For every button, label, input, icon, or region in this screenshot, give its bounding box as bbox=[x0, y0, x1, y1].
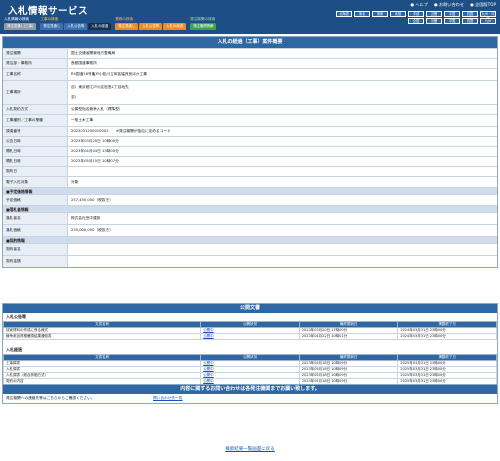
menu-group-construction: 工事の検索 発注見通し 入札公告等 入札の経過 bbox=[40, 17, 112, 30]
tab-services-results[interactable]: 入札の経過 bbox=[163, 23, 187, 30]
field-label: 工事種別／工事の業種 bbox=[3, 115, 67, 126]
field-label: 発注部・事務所 bbox=[3, 59, 67, 68]
field-value: 2023年05月15日 10時07分 bbox=[67, 157, 497, 166]
region-button[interactable]: 北陸 bbox=[390, 11, 406, 17]
region-selector: 北海道 東北 関東 北陸 中部 近畿 中国 四国 九州・沖縄 bbox=[336, 11, 496, 21]
field-value: 255,000,000（税抜き） bbox=[67, 225, 497, 236]
region-button[interactable]: 近畿 bbox=[426, 11, 442, 17]
field-value: 株式会社田中建設 bbox=[67, 213, 497, 224]
field-value: 257,450,000（税抜き） bbox=[67, 195, 497, 205]
doc-name: 競争参加資格確認結果通知書 bbox=[2, 333, 202, 340]
field-value bbox=[67, 256, 497, 267]
region-button[interactable]: 九州・沖縄 bbox=[480, 11, 496, 21]
field-label: 工事場所 bbox=[3, 81, 67, 104]
tab-construction-outlook[interactable]: 発注見通し bbox=[40, 23, 64, 30]
menu-caption: 工事の検索 bbox=[40, 17, 59, 21]
field-label: 入札契約方式 bbox=[3, 105, 67, 114]
public-documents-panel: 公開文書 入札公告等 文書名称 公開状況 最終更新日 掲載終了日 技術資料の作成… bbox=[2, 303, 498, 386]
field-value: 一般土木工事 bbox=[67, 115, 497, 126]
doc-group-title: 入札経過 bbox=[6, 347, 22, 352]
case-summary-heading: 入札の経過（工事）案件概要 bbox=[3, 37, 497, 48]
field-value: 2023031200010002 ※発注機関が独自に定めるコード bbox=[67, 127, 497, 136]
inquiry-label: 発注機関への連絡先等はこちらからご確認ください。 bbox=[6, 396, 95, 400]
field-value: 国土交通省関東地方整備局 bbox=[67, 49, 497, 58]
case-summary-panel: 入札の経過（工事）案件概要 発注機関 国土交通省関東地方整備局 発注部・事務所 首都… bbox=[2, 36, 498, 268]
field-label: 契約日 bbox=[3, 167, 67, 176]
doc-table-results: 文書名称 公開状況 最終更新日 掲載終了日 工事調書 公開中 2023年05月1… bbox=[2, 354, 497, 385]
region-button[interactable]: 近畿 bbox=[426, 18, 442, 24]
inquiry-panel: 内容に関するお問い合わせは各発注機関までお願い致します。 発注機関への連絡先等は… bbox=[2, 384, 498, 404]
region-button[interactable]: 中部 bbox=[408, 11, 424, 17]
field-value: 首都国道事務所 bbox=[67, 59, 497, 68]
field-label: 契約者名 bbox=[3, 244, 67, 255]
field-label: 工事名称 bbox=[3, 69, 67, 80]
back-to-results-link[interactable]: 検索結果一覧画面に戻る bbox=[0, 446, 500, 452]
field-value bbox=[67, 167, 497, 176]
doc-group-title: 入札公告等 bbox=[6, 314, 26, 319]
field-value: 対象 bbox=[67, 177, 497, 187]
field-label: 電子入札対象 bbox=[3, 177, 67, 187]
region-button[interactable]: 四国 bbox=[462, 11, 478, 17]
site-header: 入札情報サービス ● ヘルプ ● お問い合わせ ● 全国版TOP 北海道 東北 … bbox=[0, 0, 500, 34]
field-label: 落札価格 bbox=[3, 225, 67, 236]
region-button[interactable]: 九州 bbox=[480, 18, 496, 24]
menu-caption: 業務の検索 bbox=[115, 17, 134, 21]
tab-construction-notices[interactable]: 入札公告等 bbox=[64, 23, 88, 30]
field-label: 発注機関 bbox=[3, 49, 67, 58]
field-label: 調達番号 bbox=[3, 127, 67, 136]
contact-list-link[interactable]: 問い合わせ先一覧 bbox=[153, 396, 183, 401]
field-value: 2023年04月04日 13時00分 bbox=[67, 147, 497, 156]
field-label: 開札日時 bbox=[3, 147, 67, 156]
site-title: 入札情報サービス bbox=[8, 6, 89, 17]
field-value: R4国道16号亀戸小松川立体拡幅改良ほか工事 bbox=[67, 69, 497, 80]
field-value: 自）東京都江戸川区松島1丁目地先 至） bbox=[67, 81, 497, 104]
region-selector-2: 全国 近畿 中国 四国 九州 bbox=[408, 18, 496, 24]
region-button[interactable]: 東北 bbox=[354, 11, 370, 17]
region-button[interactable]: 北海道 bbox=[336, 11, 352, 17]
doc-end: 2024年03月31日 23時00分 bbox=[397, 333, 497, 340]
region-button[interactable]: 中国 bbox=[444, 18, 460, 24]
region-button[interactable]: 中国 bbox=[444, 11, 460, 17]
contract-section-heading: ■契約情報 bbox=[3, 236, 497, 243]
doc-status-link[interactable]: 公開中 bbox=[200, 333, 300, 340]
doc-table-notices: 文書名称 公開状況 最終更新日 掲載終了日 技術資料の作成に係る様式 公開中 2… bbox=[2, 321, 497, 340]
menu-group-agencies: 発注機関の検索 発注機関情報 bbox=[190, 17, 217, 30]
region-button[interactable]: 全国 bbox=[408, 18, 424, 24]
location-from: 自）東京都江戸川区松島1丁目地先 bbox=[71, 84, 129, 89]
contact-link[interactable]: ● お問い合わせ bbox=[434, 2, 464, 8]
field-label: 公告日時 bbox=[3, 137, 67, 146]
menu-group-services: 業務の検索 発注見通し 入札公告等 入札の経過 bbox=[115, 17, 187, 30]
main-menu: 入札情報の検索 発注見通し(工事) 工事の検索 発注見通し 入札公告等 入札の経… bbox=[4, 17, 217, 30]
header-links: ● ヘルプ ● お問い合わせ ● 全国版TOP bbox=[410, 2, 496, 8]
price-section-heading: ■予定価格情報 bbox=[3, 187, 497, 194]
winner-section-heading: ■落札者情報 bbox=[3, 205, 497, 212]
tab-services-notices[interactable]: 入札公告等 bbox=[139, 23, 163, 30]
field-label: 予定価格 bbox=[3, 195, 67, 205]
field-label: 開札日時 bbox=[3, 157, 67, 166]
doc-updated: 2023年04月22日 10時01分 bbox=[298, 333, 399, 340]
public-documents-heading: 公開文書 bbox=[3, 304, 497, 313]
field-label: 落札者名 bbox=[3, 213, 67, 224]
field-value: 公募型指名競争入札（標準型） bbox=[67, 105, 497, 114]
tab-outlook-construction[interactable]: 発注見通し(工事) bbox=[4, 23, 37, 30]
tab-construction-results[interactable]: 入札の経過 bbox=[88, 23, 112, 30]
tab-services-outlook[interactable]: 発注見通し bbox=[115, 23, 139, 30]
national-top-link[interactable]: ● 全国版TOP bbox=[470, 2, 496, 8]
field-value: 2023年03月20日 10時00分 bbox=[67, 137, 497, 146]
location-to: 至） bbox=[71, 95, 79, 100]
menu-group-search: 入札情報の検索 発注見通し(工事) bbox=[4, 17, 37, 30]
table-row: 競争参加資格確認結果通知書 公開中 2023年04月22日 10時01分 202… bbox=[2, 333, 497, 340]
menu-caption: 発注機関の検索 bbox=[190, 17, 216, 21]
region-button[interactable]: 関東 bbox=[372, 11, 388, 17]
menu-caption: 入札情報の検索 bbox=[4, 17, 30, 21]
field-value bbox=[67, 244, 497, 255]
help-link[interactable]: ● ヘルプ bbox=[410, 2, 428, 8]
region-button[interactable]: 四国 bbox=[462, 18, 478, 24]
field-label: 契約金額 bbox=[3, 256, 67, 267]
inquiry-heading: 内容に関するお問い合わせは各発注機関までお願い致します。 bbox=[3, 385, 497, 394]
tab-agency-info[interactable]: 発注機関情報 bbox=[190, 23, 217, 30]
